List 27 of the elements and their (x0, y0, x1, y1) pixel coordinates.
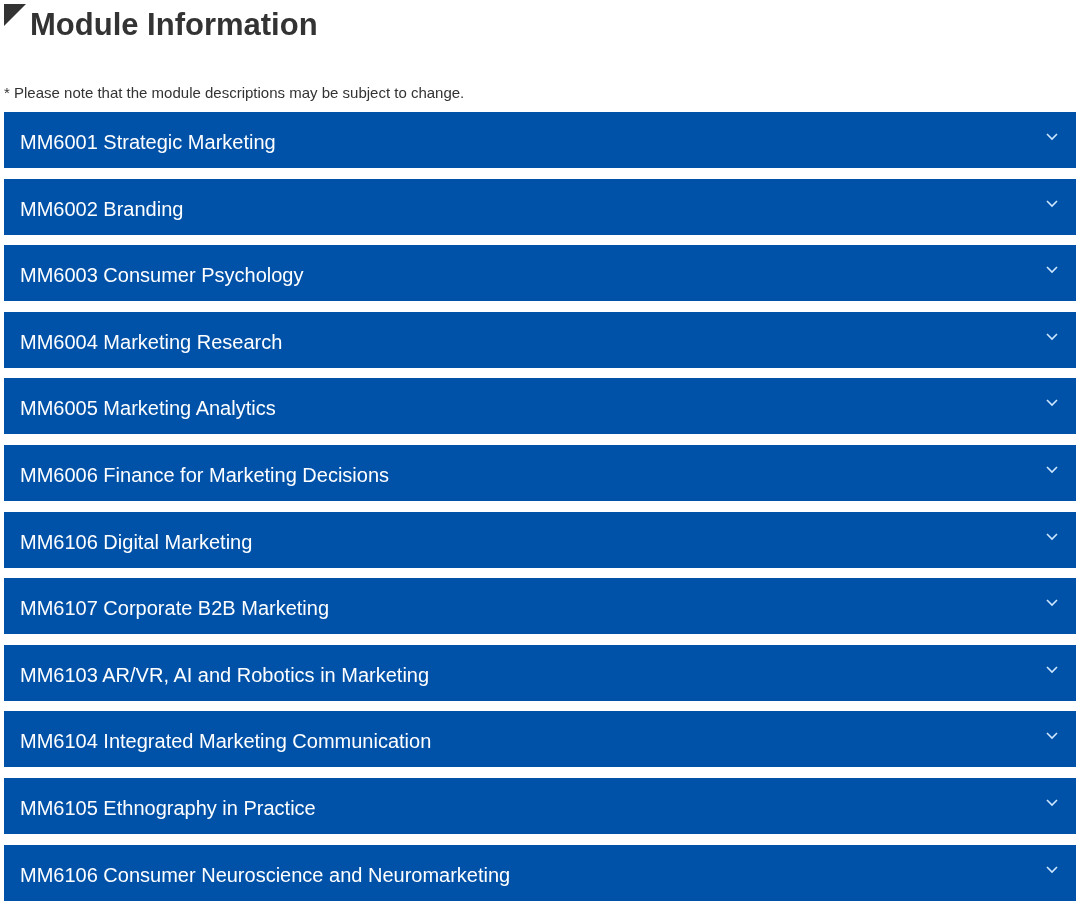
chevron-down-icon (1046, 199, 1058, 208)
accordion-header[interactable]: MM6003 Consumer Psychology (4, 245, 1076, 302)
accordion-header[interactable]: MM6106 Consumer Neuroscience and Neuromarketing (4, 844, 1076, 901)
chevron-down-icon (1046, 133, 1058, 141)
accordion-header[interactable]: MM6001 Strategic Marketing (4, 112, 1076, 168)
accordion-header[interactable]: MM6103 AR/VR, AI and Robotics in Marketing (4, 644, 1076, 701)
disclaimer-note: * Please note that the module descriptions may be subject to change. (4, 84, 466, 102)
section-heading: Module Information (30, 6, 318, 44)
accordion-header[interactable]: MM6004 Marketing Research (4, 311, 1076, 368)
chevron-down-icon (1046, 798, 1058, 807)
accordion-header[interactable]: MM6002 Branding (4, 178, 1076, 235)
accordion-header[interactable]: MM6005 Marketing Analytics (4, 378, 1076, 435)
chevron-down-icon (1046, 865, 1058, 874)
accordion-header[interactable]: MM6006 Finance for Marketing Decisions (4, 444, 1076, 501)
chevron-down-icon (1046, 465, 1058, 474)
accordion-header[interactable]: MM6106 Digital Marketing (4, 511, 1076, 568)
corner-triangle-icon (4, 4, 26, 26)
chevron-down-icon (1046, 532, 1058, 541)
accordion-header[interactable]: MM6104 Integrated Marketing Communication (4, 711, 1076, 768)
chevron-down-icon (1046, 732, 1058, 741)
chevron-down-icon (1046, 665, 1058, 674)
chevron-down-icon (1046, 599, 1058, 608)
chevron-down-icon (1046, 332, 1058, 341)
chevron-down-icon (1046, 266, 1058, 275)
accordion-header[interactable]: MM6105 Ethnography in Practice (4, 777, 1076, 834)
accordion-header[interactable]: MM6107 Corporate B2B Marketing (4, 578, 1076, 635)
chevron-down-icon (1046, 399, 1058, 408)
